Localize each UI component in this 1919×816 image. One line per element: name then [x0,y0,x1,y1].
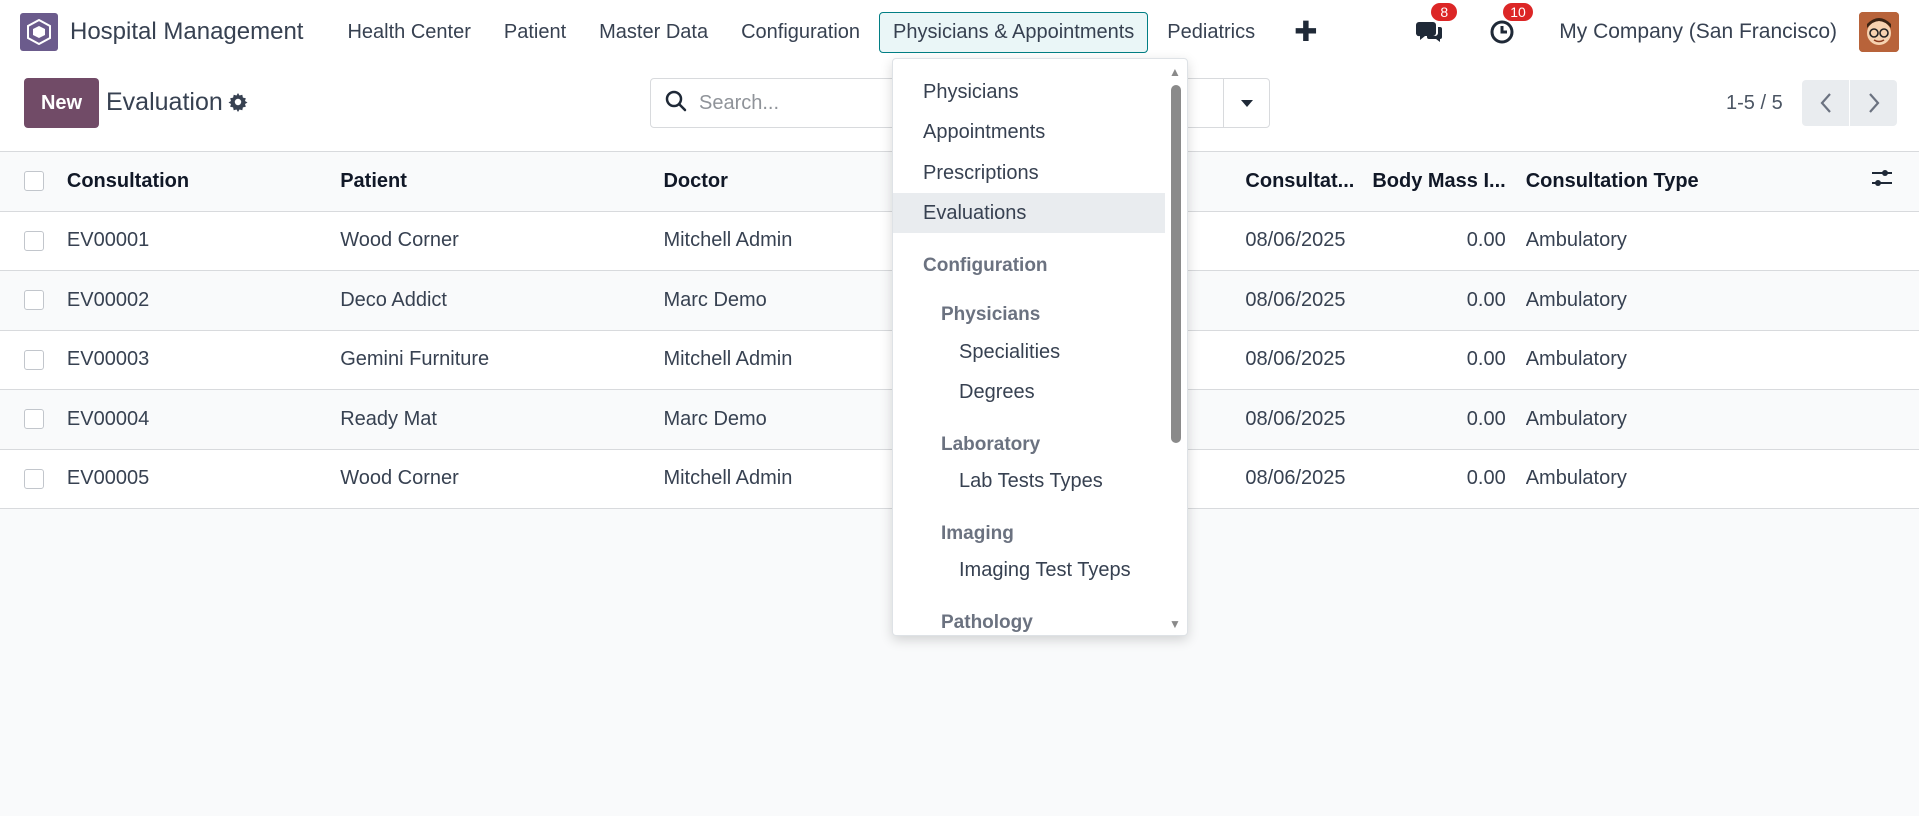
cell-consultation-date: 08/06/2025 [1245,407,1346,430]
row-checkbox[interactable] [24,468,44,489]
pager-value[interactable]: 1-5 / 5 [1726,92,1783,115]
scroll-up-arrow-icon[interactable]: ▲ [1169,65,1181,79]
nav-menu-pediatrics[interactable]: Pediatrics [1153,12,1269,53]
column-settings-icon[interactable] [1871,168,1893,194]
search-icon [665,90,687,117]
dropdown-subsection-laboratory: Laboratory [941,434,1041,455]
app-title[interactable]: Hospital Management [70,18,303,46]
dropdown-scrollbar[interactable]: ▲ ▼ [1169,65,1183,631]
row-trailing-cell [1839,449,1919,509]
column-header-patient[interactable]: Patient [340,152,663,211]
row-checkbox[interactable] [24,290,44,311]
cell-consultation: EV00001 [66,229,150,252]
cell-consultation-type: Ambulatory [1525,288,1627,311]
nav-menu-health-center[interactable]: Health Center [333,12,484,53]
cell-consultation: EV00004 [66,407,150,430]
cell-consultation: EV00003 [66,348,150,371]
row-trailing-cell [1839,211,1919,271]
cell-consultation-date: 08/06/2025 [1245,348,1346,371]
row-select-cell[interactable] [0,211,67,271]
column-header-consultation-type[interactable]: Consultation Type [1526,152,1839,211]
top-navbar: Hospital Management Health Center Patien… [0,0,1919,64]
cell-consultation-date: 08/06/2025 [1245,467,1346,490]
dropdown-item-specialities[interactable]: Specialities [893,332,1165,372]
app-logo-icon[interactable] [20,13,58,51]
cell-patient: Ready Mat [340,407,437,430]
column-header-consultation[interactable]: Consultation [67,152,340,211]
pager-previous-button[interactable] [1802,80,1849,126]
company-switcher[interactable]: My Company (San Francisco) [1559,20,1837,44]
dropdown-item-physicians[interactable]: Physicians [893,72,1165,112]
messages-button[interactable]: 8 [1415,3,1458,47]
plus-icon[interactable]: ✚ [1294,18,1317,46]
search-input[interactable] [699,91,899,115]
cell-consultation-type: Ambulatory [1525,348,1627,371]
clock-icon [1490,20,1514,44]
physicians-appointments-dropdown: Physicians Appointments Prescriptions Ev… [892,58,1188,636]
cell-patient: Deco Addict [340,288,447,311]
dropdown-item-evaluations[interactable]: Evaluations [893,193,1165,233]
dropdown-item-appointments[interactable]: Appointments [893,112,1165,152]
cell-patient: Wood Corner [340,467,459,490]
search-options-toggle[interactable] [1223,79,1269,127]
dropdown-subsection-physicians: Physicians [941,304,1041,325]
activities-button[interactable]: 10 [1487,3,1533,47]
row-trailing-cell [1839,390,1919,450]
column-header-body-mass-index[interactable]: Body Mass I... [1372,152,1525,211]
row-checkbox[interactable] [24,409,44,430]
cell-consultation: EV00005 [66,467,150,490]
cell-body-mass-index: 0.00 [1466,288,1506,311]
row-select-cell[interactable] [0,330,67,390]
cell-consultation: EV00002 [66,288,150,311]
new-button[interactable]: New [24,78,99,128]
cell-patient: Gemini Furniture [340,348,490,371]
column-header-consultation-date[interactable]: Consultat... [1245,152,1372,211]
dropdown-subsection-imaging: Imaging [941,523,1014,544]
dropdown-subsection-pathology: Pathology [941,612,1033,633]
nav-menu-configuration[interactable]: Configuration [727,12,874,53]
avatar[interactable] [1859,12,1899,52]
activities-count-badge: 10 [1503,3,1533,21]
row-select-cell[interactable] [0,449,67,509]
nav-menu-patient[interactable]: Patient [490,12,580,53]
cell-body-mass-index: 0.00 [1466,348,1506,371]
dropdown-item-imaging-test-types[interactable]: Imaging Test Tyeps [893,550,1165,590]
dropdown-section-configuration: Configuration [923,255,1048,276]
dropdown-item-degrees[interactable]: Degrees [893,372,1165,412]
nav-menu-master-data[interactable]: Master Data [585,12,722,53]
scroll-down-arrow-icon[interactable]: ▼ [1169,617,1181,631]
cell-consultation-type: Ambulatory [1525,467,1627,490]
chat-icon [1416,22,1443,42]
column-settings-cell[interactable] [1839,152,1919,211]
nav-menu-physicians-appointments[interactable]: Physicians & Appointments [879,11,1149,53]
cell-body-mass-index: 0.00 [1466,407,1506,430]
cell-body-mass-index: 0.00 [1466,467,1506,490]
row-checkbox[interactable] [24,230,44,251]
cell-consultation-type: Ambulatory [1525,407,1627,430]
row-checkbox[interactable] [24,349,44,370]
row-trailing-cell [1839,330,1919,390]
scrollbar-thumb[interactable] [1171,85,1181,443]
cell-consultation-type: Ambulatory [1525,229,1627,252]
chevron-right-icon [1868,93,1879,113]
row-select-cell[interactable] [0,390,67,450]
gear-icon[interactable] [228,92,248,118]
cell-body-mass-index: 0.00 [1466,229,1506,252]
row-trailing-cell [1839,271,1919,331]
pager-next-button[interactable] [1850,80,1897,126]
select-all-cell[interactable] [0,152,67,211]
messages-count-badge: 8 [1431,3,1458,21]
row-select-cell[interactable] [0,271,67,331]
cell-consultation-date: 08/06/2025 [1245,229,1346,252]
select-all-checkbox[interactable] [24,171,44,192]
dropdown-item-prescriptions[interactable]: Prescriptions [893,153,1165,193]
cell-consultation-date: 08/06/2025 [1245,288,1346,311]
page-title: Evaluation [106,88,223,116]
dropdown-item-lab-tests-types[interactable]: Lab Tests Types [893,461,1165,501]
chevron-left-icon [1820,93,1831,113]
caret-down-icon [1240,100,1253,107]
cell-patient: Wood Corner [340,229,459,252]
